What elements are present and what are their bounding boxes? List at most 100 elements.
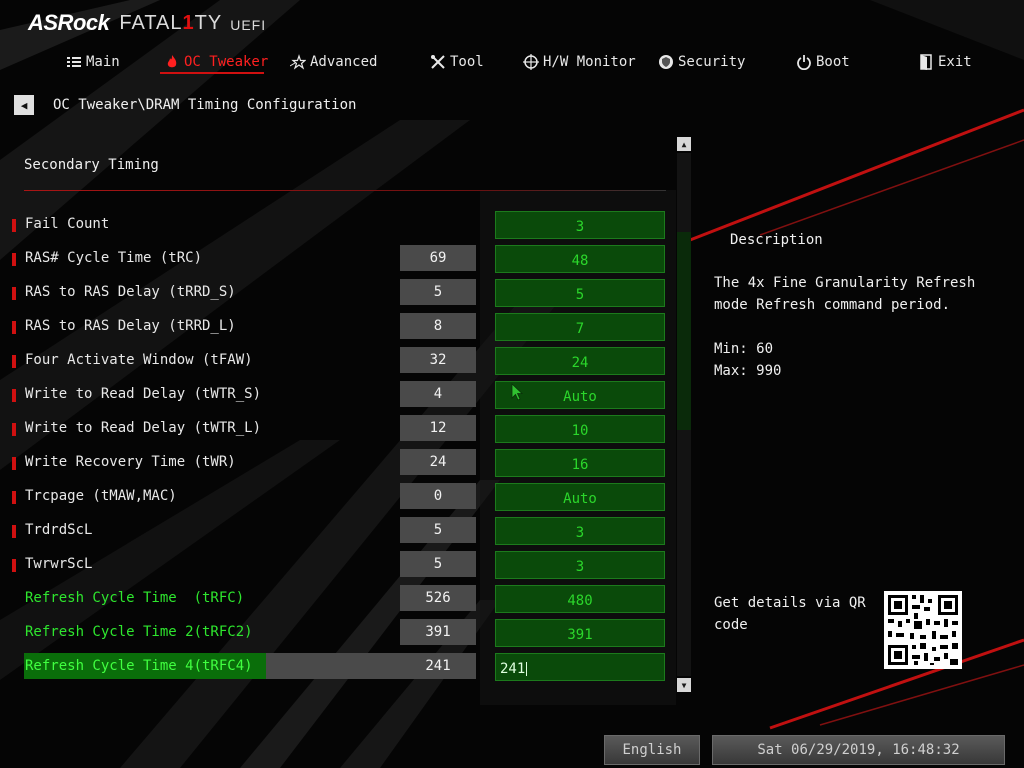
row-marker [12,287,16,300]
current-value: 8 [400,313,476,339]
section-title: Secondary Timing [24,157,159,173]
current-value: 391 [400,619,476,645]
qr-details-text: Get details via QR code [714,595,866,633]
current-value: 32 [400,347,476,373]
current-value: 4 [400,381,476,407]
description-max: Max: 990 [714,363,782,379]
setting-value-field[interactable]: 48 [495,245,665,273]
scroll-down-button[interactable]: ▼ [677,678,691,692]
tab-security[interactable]: Security [658,50,745,74]
setting-row-trrd-s[interactable]: RAS to RAS Delay (tRRD_S) 5 5 [0,279,670,307]
exit-door-icon [920,54,932,70]
current-value: 24 [400,449,476,475]
setting-row-twtr-s[interactable]: Write to Read Delay (tWTR_S) 4 Auto [0,381,670,409]
asrock-logo: ASRock FATAL1TY UEFI [28,10,266,36]
top-menu: Main OC Tweaker Advanced Tool H/W Monito… [0,50,1024,74]
current-value: 5 [400,517,476,543]
setting-value-field[interactable]: 480 [495,585,665,613]
description-min: Min: 60 [714,341,774,357]
setting-value-field[interactable]: 10 [495,415,665,443]
setting-label: RAS# Cycle Time (tRC) [25,250,203,266]
tab-hw-monitor[interactable]: H/W Monitor [523,50,636,74]
row-marker [12,525,16,538]
setting-value-field[interactable]: 3 [495,211,665,239]
row-marker [12,457,16,470]
setting-label: Write to Read Delay (tWTR_L) [25,420,262,436]
setting-row-twtr-l[interactable]: Write to Read Delay (tWTR_L) 12 10 [0,415,670,443]
back-button[interactable]: ◀ [14,95,34,115]
arrow-up-icon: ▲ [681,139,687,149]
power-icon [797,55,811,70]
input-text: 241 [500,661,526,677]
setting-value-input[interactable]: 241 [495,653,665,681]
tab-advanced-label: Advanced [310,54,378,70]
current-value: 5 [400,551,476,577]
setting-value-field[interactable]: 7 [495,313,665,341]
setting-value-field[interactable]: 391 [495,619,665,647]
datetime-display: Sat 06/29/2019, 16:48:32 [712,735,1005,765]
setting-row-twr[interactable]: Write Recovery Time (tWR) 24 16 [0,449,670,477]
setting-label: RAS to RAS Delay (tRRD_S) [25,284,236,300]
breadcrumb: ◀ OC Tweaker\DRAM Timing Configuration [14,95,356,115]
row-marker [12,559,16,572]
list-icon [67,57,81,67]
shield-icon [659,55,673,69]
setting-label: TwrwrScL [25,556,93,572]
tab-tool[interactable]: Tool [430,50,484,74]
flame-icon [167,55,177,68]
back-arrow-icon: ◀ [20,98,28,112]
text-caret [526,662,528,676]
setting-value-field[interactable]: Auto [495,483,665,511]
tab-exit[interactable]: Exit [918,50,972,74]
tab-main-label: Main [86,54,120,70]
tab-security-label: Security [678,54,746,70]
setting-label: Write to Read Delay (tWTR_S) [25,386,262,402]
current-value: 12 [400,415,476,441]
tab-boot[interactable]: Boot [796,50,850,74]
language-button[interactable]: English [604,735,700,765]
crosshair-icon [523,54,539,70]
setting-label: Refresh Cycle Time (tRFC) [25,590,245,606]
setting-value-field[interactable]: 24 [495,347,665,375]
setting-label: Refresh Cycle Time 2(tRFC2) [25,624,253,640]
scrollbar-thumb[interactable] [677,232,691,430]
description-text: The 4x Fine Granularity Refresh mode Ref… [714,275,976,313]
setting-label: Fail Count [25,216,110,232]
row-marker [12,423,16,436]
tab-oc-tweaker-label: OC Tweaker [184,54,269,70]
setting-row-trc[interactable]: RAS# Cycle Time (tRC) 69 48 [0,245,670,273]
active-tab-underline [160,72,264,74]
section-divider [24,190,666,191]
current-value: 0 [400,483,476,509]
setting-row-trrd-l[interactable]: RAS to RAS Delay (tRRD_L) 8 7 [0,313,670,341]
fatality-logo: FATAL1TY [119,11,223,34]
arrow-down-icon: ▼ [681,680,687,690]
setting-value-field[interactable]: 16 [495,449,665,477]
setting-value-field[interactable]: 3 [495,517,665,545]
scroll-up-button[interactable]: ▲ [677,137,691,151]
setting-row-trfc2[interactable]: Refresh Cycle Time 2(tRFC2) 391 391 [0,619,670,647]
setting-row-twrwrscl[interactable]: TwrwrScL 5 3 [0,551,670,579]
setting-row-trfc[interactable]: Refresh Cycle Time (tRFC) 526 480 [0,585,670,613]
setting-row-trcpage[interactable]: Trcpage (tMAW,MAC) 0 Auto [0,483,670,511]
tab-oc-tweaker[interactable]: OC Tweaker [164,50,268,74]
setting-label: RAS to RAS Delay (tRRD_L) [25,318,236,334]
setting-label: TrdrdScL [25,522,93,538]
row-marker [12,491,16,504]
setting-value-field[interactable]: 3 [495,551,665,579]
setting-label: Refresh Cycle Time 4(tRFC4) [25,658,253,674]
tab-boot-label: Boot [816,54,850,70]
tab-main[interactable]: Main [66,50,120,74]
current-value: 5 [400,279,476,305]
setting-row-tfaw[interactable]: Four Activate Window (tFAW) 32 24 [0,347,670,375]
setting-value-field[interactable]: 5 [495,279,665,307]
mouse-cursor-icon [511,383,523,401]
qr-code-icon [884,591,962,669]
setting-row-trdrdscl[interactable]: TrdrdScL 5 3 [0,517,670,545]
setting-row-fail-count[interactable]: Fail Count 3 [0,211,670,239]
setting-label: Trcpage (tMAW,MAC) [25,488,177,504]
row-marker [12,355,16,368]
row-marker [12,253,16,266]
tab-advanced[interactable]: Advanced [290,50,377,74]
setting-row-trfc4-selected[interactable]: Refresh Cycle Time 4(tRFC4) 241 241 [0,653,670,681]
